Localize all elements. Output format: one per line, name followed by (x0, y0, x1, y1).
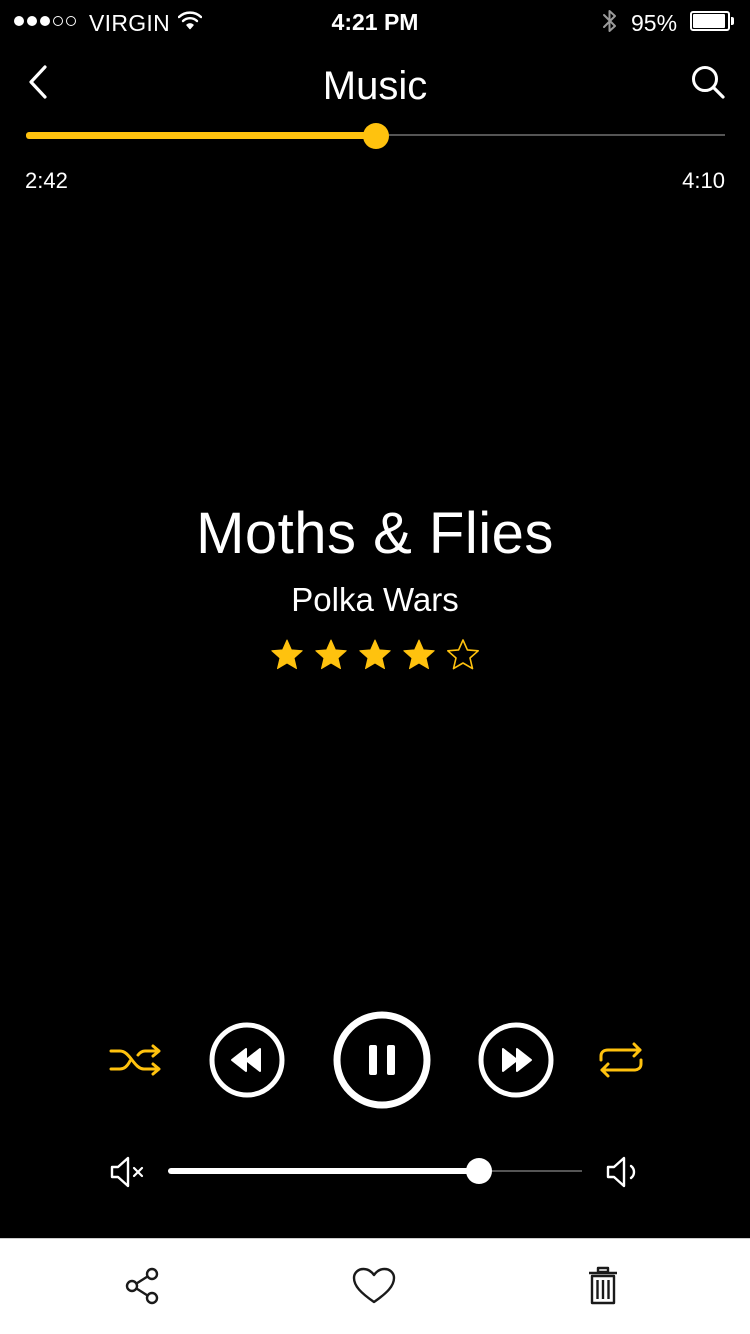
page-title: Music (322, 64, 428, 108)
mute-button[interactable] (104, 1152, 152, 1192)
star-rating[interactable] (0, 638, 750, 672)
fast-forward-icon (478, 1022, 554, 1098)
search-button[interactable] (688, 62, 728, 102)
rewind-button[interactable] (208, 1021, 286, 1099)
progress-fill (26, 132, 376, 139)
battery-percent: 95% (631, 10, 678, 36)
fast-forward-button[interactable] (477, 1021, 555, 1099)
trash-icon (589, 1266, 617, 1305)
status-bar: VIRGIN 4:21 PM 95% (0, 0, 750, 44)
search-icon (692, 66, 725, 99)
repeat-button[interactable] (593, 1038, 649, 1082)
volume-slider-handle[interactable] (465, 1158, 492, 1184)
share-button[interactable] (118, 1262, 168, 1310)
track-title: Moths & Flies (196, 501, 554, 566)
star-filled-icon[interactable] (270, 638, 304, 672)
pause-button[interactable] (332, 1010, 432, 1110)
shuffle-icon (109, 1044, 161, 1076)
track-artist: Polka Wars (291, 581, 459, 618)
battery-icon (690, 11, 734, 31)
repeat-icon (599, 1042, 643, 1078)
total-time: 4:10 (682, 168, 725, 193)
star-filled-icon[interactable] (358, 638, 392, 672)
pause-icon (333, 1011, 431, 1109)
volume-mute-icon (110, 1156, 144, 1188)
star-filled-icon[interactable] (402, 638, 436, 672)
volume-fill (168, 1168, 479, 1174)
shuffle-button[interactable] (106, 1038, 166, 1082)
like-button[interactable] (349, 1262, 399, 1310)
share-icon (125, 1267, 159, 1305)
volume-max-button[interactable] (602, 1152, 646, 1192)
star-empty-icon[interactable] (446, 638, 480, 672)
rewind-icon (209, 1022, 285, 1098)
progress-scrubber-handle[interactable] (362, 123, 389, 149)
star-filled-icon[interactable] (314, 638, 348, 672)
volume-max-icon (606, 1156, 636, 1188)
delete-button[interactable] (578, 1262, 628, 1310)
heart-icon (352, 1267, 396, 1304)
bluetooth-icon (601, 8, 619, 39)
